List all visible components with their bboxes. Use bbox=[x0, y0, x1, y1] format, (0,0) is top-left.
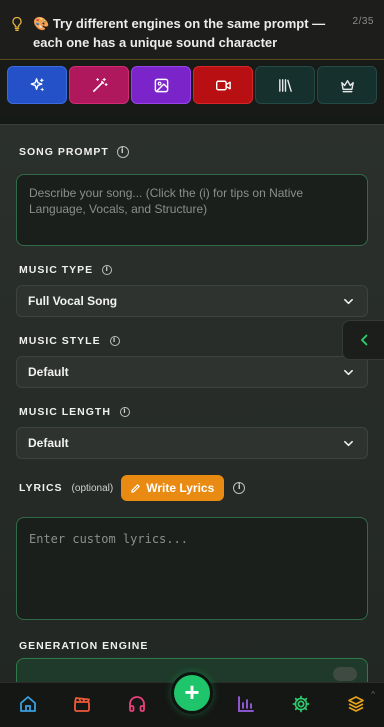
music-type-label: MUSIC TYPE bbox=[19, 264, 113, 276]
music-type-info-icon[interactable] bbox=[102, 265, 113, 275]
tip-emoji: 🎨 bbox=[33, 16, 50, 31]
lyrics-optional-label: (optional) bbox=[71, 482, 114, 494]
chevron-down-icon bbox=[344, 369, 353, 376]
generation-engine-label: GENERATION ENGINE bbox=[19, 640, 148, 652]
tip-message: Try different engines on the same prompt… bbox=[33, 16, 326, 50]
music-type-label-text: MUSIC TYPE bbox=[19, 264, 94, 276]
music-length-value: Default bbox=[28, 436, 69, 450]
lightbulb-icon bbox=[12, 16, 22, 32]
song-prompt-label-text: SONG PROMPT bbox=[19, 146, 109, 158]
music-type-value: Full Vocal Song bbox=[28, 294, 118, 308]
generation-engine-label-text: GENERATION ENGINE bbox=[19, 640, 149, 652]
nav-studio[interactable] bbox=[72, 694, 92, 714]
bar-chart-icon bbox=[238, 696, 254, 712]
song-prompt-label: SONG PROMPT bbox=[19, 146, 129, 158]
chevron-down-icon bbox=[344, 440, 353, 447]
clapperboard-icon bbox=[74, 697, 90, 712]
image-icon bbox=[154, 78, 168, 92]
home-icon bbox=[20, 696, 36, 712]
video-icon bbox=[215, 80, 231, 90]
mode-magic-button[interactable] bbox=[69, 66, 129, 104]
tip-counter: 2/35 bbox=[352, 16, 374, 27]
nav-home[interactable] bbox=[18, 694, 38, 714]
headphones-icon bbox=[129, 696, 145, 712]
music-style-select[interactable]: Default bbox=[16, 356, 368, 388]
music-length-label: MUSIC LENGTH bbox=[19, 406, 130, 418]
song-prompt-placeholder: Describe your song... (Click the (i) for… bbox=[29, 186, 304, 216]
side-panel-toggle[interactable] bbox=[342, 320, 384, 360]
nav-stats[interactable] bbox=[236, 694, 256, 714]
tip-text: 🎨 Try different engines on the same prom… bbox=[33, 14, 343, 52]
nav-settings[interactable] bbox=[291, 694, 311, 714]
mode-toolbar bbox=[0, 60, 384, 116]
lyrics-label: LYRICS bbox=[19, 482, 63, 494]
nav-listen[interactable] bbox=[127, 694, 147, 714]
music-style-label: MUSIC STYLE bbox=[19, 335, 120, 347]
crown-icon bbox=[340, 79, 354, 92]
music-style-label-text: MUSIC STYLE bbox=[19, 335, 101, 347]
music-style-info-icon[interactable] bbox=[109, 336, 120, 346]
music-type-select[interactable]: Full Vocal Song bbox=[16, 285, 368, 317]
write-lyrics-label: Write Lyrics bbox=[146, 481, 215, 495]
engine-toggle[interactable] bbox=[333, 667, 357, 681]
nav-layers[interactable] bbox=[346, 694, 366, 714]
caret-up-icon: ^ bbox=[371, 690, 375, 699]
lyrics-input[interactable]: Enter custom lyrics... bbox=[16, 517, 368, 620]
sparkles-icon bbox=[30, 77, 44, 92]
magic-wand-icon bbox=[92, 77, 108, 92]
gear-icon bbox=[292, 695, 310, 713]
create-fab-label: + bbox=[184, 677, 200, 707]
mode-library-button[interactable] bbox=[255, 66, 315, 104]
layers-icon bbox=[348, 696, 364, 712]
pencil-icon bbox=[131, 483, 141, 493]
chevron-down-icon bbox=[344, 298, 353, 305]
mode-image-button[interactable] bbox=[131, 66, 191, 104]
song-prompt-input[interactable]: Describe your song... (Click the (i) for… bbox=[16, 174, 368, 246]
tip-banner: 🎨 Try different engines on the same prom… bbox=[0, 0, 384, 60]
music-length-label-text: MUSIC LENGTH bbox=[19, 406, 111, 418]
library-icon bbox=[278, 78, 292, 92]
chevron-left-icon bbox=[360, 334, 367, 346]
lyrics-info-icon[interactable] bbox=[233, 482, 246, 494]
music-length-info-icon[interactable] bbox=[119, 407, 130, 417]
create-fab-button[interactable]: + bbox=[171, 672, 213, 714]
mode-premium-button[interactable] bbox=[317, 66, 377, 104]
mode-ai-song-button[interactable] bbox=[7, 66, 67, 104]
song-prompt-info-icon[interactable] bbox=[116, 146, 129, 158]
write-lyrics-button[interactable]: Write Lyrics bbox=[121, 475, 225, 501]
music-length-select[interactable]: Default bbox=[16, 427, 368, 459]
lyrics-placeholder: Enter custom lyrics... bbox=[29, 532, 188, 546]
mode-video-button[interactable] bbox=[193, 66, 253, 104]
music-style-value: Default bbox=[28, 365, 69, 379]
lyrics-header: LYRICS (optional) Write Lyrics bbox=[19, 475, 246, 501]
